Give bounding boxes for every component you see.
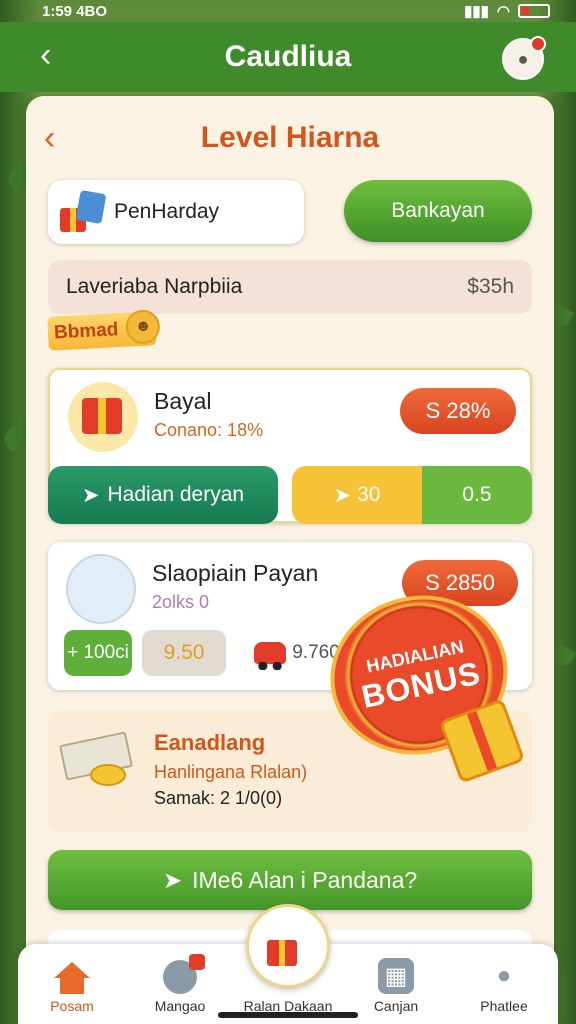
top-row: PenHarday Bankayan bbox=[48, 180, 532, 244]
offer-card-1[interactable]: Bayal Conano: 18% S 28% ➤ Hadian deryan … bbox=[48, 368, 532, 524]
level-header: ‹ Level Hiarna bbox=[26, 118, 554, 158]
tab-shop[interactable]: ▦ Canjan bbox=[348, 958, 444, 1014]
offer-name: Slaopiain Payan bbox=[152, 560, 319, 586]
back-icon[interactable]: ‹ bbox=[40, 38, 51, 72]
status-bar: 1:59 4BO ▮▮▮ ◠ bbox=[0, 0, 576, 22]
signal-icon: ▮▮▮ bbox=[464, 3, 489, 20]
gift-icon bbox=[68, 382, 138, 452]
gift-icon bbox=[265, 926, 311, 966]
info-row: Laveriaba Narpbiia $35h bbox=[48, 260, 532, 314]
bonus-tag: Bbmad ☻ bbox=[47, 308, 162, 351]
chip-value[interactable]: 9.50 bbox=[142, 630, 226, 676]
cta-label: IMe6 Alan i Pandana? bbox=[192, 866, 418, 893]
reward-left: ➤ 30 bbox=[292, 466, 422, 524]
document-icon bbox=[66, 554, 136, 624]
tab-label: Mangao bbox=[154, 998, 206, 1014]
avatar[interactable]: ● bbox=[502, 36, 546, 80]
bank-button[interactable]: Bankayan bbox=[344, 180, 532, 242]
reward-split[interactable]: ➤ 30 0.5 bbox=[292, 466, 532, 524]
status-time: 1:59 4BO bbox=[42, 2, 108, 20]
tab-profile[interactable]: ● Phatlee bbox=[456, 958, 552, 1014]
center-gift-button[interactable] bbox=[246, 904, 330, 988]
offer-sub: 2olks 0 bbox=[152, 592, 210, 612]
tab-home[interactable]: Posam bbox=[24, 962, 120, 1014]
profile-icon: ● bbox=[496, 962, 512, 989]
chip-bonus[interactable]: + 100ci bbox=[64, 630, 132, 676]
home-indicator bbox=[218, 1012, 358, 1018]
offer-line-3: Samak: 2 1/0(0) bbox=[154, 788, 283, 808]
battery-icon bbox=[518, 4, 550, 18]
level-title: Level Hiarna bbox=[200, 121, 380, 154]
gift-icon bbox=[60, 189, 107, 232]
chip-car-value: 9.760 bbox=[292, 642, 340, 663]
globe-icon bbox=[163, 954, 205, 994]
reward-right: 0.5 bbox=[422, 466, 532, 524]
info-label: Laveriaba Narpbiia bbox=[66, 275, 243, 298]
claim-button-label: Hadian deryan bbox=[107, 483, 245, 506]
app-bar: ‹ Caudliua ● bbox=[0, 22, 576, 92]
play-icon: ➤ bbox=[81, 483, 100, 507]
daily-card[interactable]: PenHarday bbox=[48, 180, 304, 244]
offer-line-2: Hanlingana Rlalan) bbox=[154, 762, 308, 782]
info-value: $35h bbox=[467, 275, 514, 298]
claim-button[interactable]: ➤ Hadian deryan bbox=[48, 466, 278, 524]
avatar-icon: ● bbox=[517, 48, 529, 69]
home-icon bbox=[54, 962, 90, 994]
wifi-icon: ◠ bbox=[496, 3, 510, 20]
daily-card-label: PenHarday bbox=[114, 200, 220, 223]
offer-sub: Conano: 18% bbox=[154, 420, 264, 440]
bonus-tag-label: Bbmad bbox=[53, 319, 119, 344]
main-panel: ‹ Level Hiarna PenHarday Bankayan Laveri… bbox=[26, 96, 554, 976]
play-icon: ➤ bbox=[162, 866, 183, 893]
tab-label: Canjan bbox=[373, 998, 419, 1014]
offer-name: Eanadlang bbox=[154, 730, 266, 755]
car-icon bbox=[254, 642, 287, 670]
notification-dot bbox=[530, 36, 546, 52]
tab-label: Posam bbox=[50, 998, 94, 1014]
tab-map[interactable]: Mangao bbox=[132, 954, 228, 1014]
tab-label: Phatlee bbox=[480, 998, 528, 1014]
shop-icon: ▦ bbox=[378, 958, 414, 994]
chevron-left-icon[interactable]: ‹ bbox=[44, 121, 55, 155]
plus-icon: ➤ bbox=[333, 483, 352, 507]
smile-icon: ☻ bbox=[125, 308, 162, 345]
reward-left-value: 30 bbox=[357, 483, 381, 506]
app-title: Caudliua bbox=[224, 40, 352, 73]
main-cta-button[interactable]: ➤ IMe6 Alan i Pandana? bbox=[48, 850, 532, 910]
coins-icon bbox=[59, 730, 142, 794]
offer-name: Bayal bbox=[154, 388, 212, 414]
price-badge[interactable]: S 28% bbox=[400, 388, 516, 434]
